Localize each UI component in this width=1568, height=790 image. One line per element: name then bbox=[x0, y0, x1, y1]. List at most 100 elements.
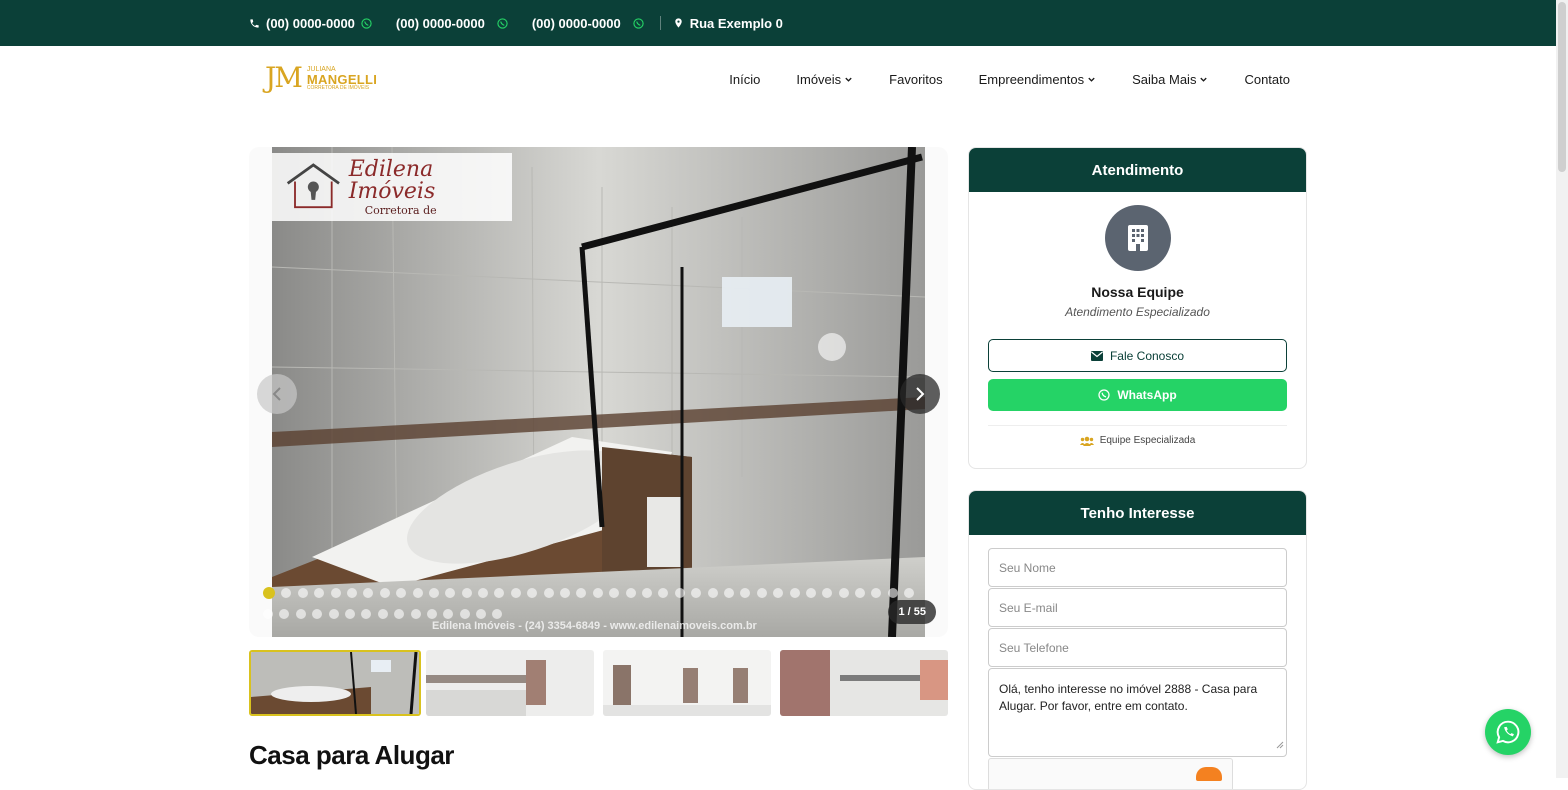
pagination-dot[interactable] bbox=[592, 588, 603, 598]
pagination-dot[interactable] bbox=[707, 588, 718, 598]
pagination-dot[interactable] bbox=[773, 588, 784, 598]
message-text[interactable]: Olá, tenho interesse no imóvel 2888 - Ca… bbox=[999, 681, 1276, 715]
pagination-dot[interactable] bbox=[426, 609, 437, 619]
nav-item-saiba-mais[interactable]: Saiba Mais bbox=[1132, 72, 1208, 87]
site-logo[interactable]: JM JULIANA MANGELLI CORRETORA DE IMÓVEIS bbox=[265, 58, 377, 98]
whatsapp-icon[interactable] bbox=[633, 17, 644, 29]
page-scrollbar[interactable] bbox=[1556, 0, 1568, 778]
pagination-dot[interactable] bbox=[445, 588, 456, 598]
nav-item-imoveis[interactable]: Imóveis bbox=[796, 72, 853, 87]
phone-contact-2[interactable]: (00) 0000-0000 bbox=[396, 16, 508, 31]
pagination-dot[interactable] bbox=[459, 609, 470, 619]
nav-item-inicio[interactable]: Início bbox=[729, 72, 760, 87]
pagination-dot[interactable] bbox=[379, 588, 390, 598]
phone-number-3[interactable]: (00) 0000-0000 bbox=[532, 16, 621, 31]
resize-handle-icon[interactable] bbox=[1276, 737, 1284, 754]
nav-label[interactable]: Início bbox=[729, 72, 760, 87]
pagination-dot[interactable] bbox=[377, 609, 388, 619]
pagination-dot[interactable] bbox=[560, 588, 571, 598]
nav-item-empreendimentos[interactable]: Empreendimentos bbox=[979, 72, 1097, 87]
nav-label[interactable]: Empreendimentos bbox=[979, 72, 1085, 87]
pagination-dot[interactable] bbox=[510, 588, 521, 598]
whatsapp-icon[interactable] bbox=[361, 17, 372, 29]
nav-label[interactable]: Favoritos bbox=[889, 72, 942, 87]
address-contact[interactable]: Rua Exemplo 0 bbox=[673, 16, 783, 31]
phone-number-1[interactable]: (00) 0000-0000 bbox=[266, 16, 355, 31]
pagination-dot[interactable] bbox=[396, 588, 407, 598]
pagination-dot[interactable] bbox=[394, 609, 405, 619]
pagination-dot[interactable] bbox=[674, 588, 685, 598]
pagination-dot[interactable] bbox=[691, 588, 702, 598]
whatsapp-icon[interactable] bbox=[497, 17, 508, 29]
phone-contact-1[interactable]: (00) 0000-0000 bbox=[249, 16, 372, 31]
pagination-dot[interactable] bbox=[658, 588, 669, 598]
pagination-dot[interactable] bbox=[822, 588, 833, 598]
nav-item-favoritos[interactable]: Favoritos bbox=[889, 72, 942, 87]
next-photo-button[interactable] bbox=[900, 374, 940, 414]
nav-label[interactable]: Saiba Mais bbox=[1132, 72, 1196, 87]
chevron-down-icon[interactable] bbox=[1199, 75, 1208, 84]
whatsapp-button[interactable]: WhatsApp bbox=[988, 379, 1287, 411]
pagination-dot[interactable] bbox=[625, 588, 636, 598]
pagination-dot[interactable] bbox=[428, 588, 439, 598]
whatsapp-label[interactable]: WhatsApp bbox=[1117, 388, 1176, 402]
pagination-dot[interactable] bbox=[412, 588, 423, 598]
thumbnail-1[interactable] bbox=[249, 650, 421, 716]
thumbnail-4[interactable] bbox=[780, 650, 948, 716]
chevron-down-icon[interactable] bbox=[1087, 75, 1096, 84]
thumbnail-2[interactable] bbox=[426, 650, 594, 716]
pagination-dot[interactable] bbox=[838, 588, 849, 598]
pagination-dot[interactable] bbox=[297, 588, 308, 598]
pagination-dot[interactable] bbox=[740, 588, 751, 598]
address-text[interactable]: Rua Exemplo 0 bbox=[690, 16, 783, 31]
pagination-dot[interactable] bbox=[494, 588, 505, 598]
pagination-dot[interactable] bbox=[461, 588, 472, 598]
pagination-dot[interactable] bbox=[871, 588, 882, 598]
pagination-dot[interactable] bbox=[805, 588, 816, 598]
chevron-down-icon[interactable] bbox=[844, 75, 853, 84]
nav-label[interactable]: Imóveis bbox=[796, 72, 841, 87]
thumbnail-3[interactable] bbox=[603, 650, 771, 716]
pagination-dot[interactable] bbox=[330, 588, 341, 598]
pagination-dot[interactable] bbox=[904, 588, 915, 598]
pagination-dot[interactable] bbox=[295, 609, 306, 619]
phone-contact-3[interactable]: (00) 0000-0000 bbox=[532, 16, 644, 31]
pagination-dot[interactable] bbox=[312, 609, 323, 619]
pagination-dot[interactable] bbox=[478, 588, 489, 598]
pagination-dot[interactable] bbox=[328, 609, 339, 619]
pagination-dot[interactable] bbox=[887, 588, 898, 598]
pagination-dot[interactable] bbox=[363, 588, 374, 598]
pagination-dot[interactable] bbox=[641, 588, 652, 598]
pagination-dot[interactable] bbox=[263, 587, 275, 599]
captcha-widget[interactable] bbox=[988, 758, 1233, 789]
pagination-dot[interactable] bbox=[314, 588, 325, 598]
pagination-dot[interactable] bbox=[576, 588, 587, 598]
message-textarea[interactable]: Olá, tenho interesse no imóvel 2888 - Ca… bbox=[988, 668, 1287, 757]
nav-label[interactable]: Contato bbox=[1244, 72, 1290, 87]
scrollbar-thumb[interactable] bbox=[1558, 2, 1566, 172]
pagination-dot[interactable] bbox=[476, 609, 487, 619]
pagination-dot[interactable] bbox=[756, 588, 767, 598]
pagination-dot[interactable] bbox=[263, 609, 273, 619]
pagination-dot[interactable] bbox=[410, 609, 421, 619]
pagination-dot[interactable] bbox=[723, 588, 734, 598]
previous-photo-button[interactable] bbox=[257, 374, 297, 414]
pagination-dot[interactable] bbox=[346, 588, 357, 598]
pagination-dot[interactable] bbox=[443, 609, 454, 619]
email-input[interactable]: Seu E-mail bbox=[988, 588, 1287, 627]
main-photo[interactable]: Edilena Imóveis Corretora de Edilena Imó… bbox=[272, 147, 925, 637]
pagination-dot[interactable] bbox=[344, 609, 355, 619]
pagination-dot[interactable] bbox=[543, 588, 554, 598]
pagination-dot[interactable] bbox=[361, 609, 372, 619]
pagination-dot[interactable] bbox=[492, 609, 503, 619]
pagination-dot[interactable] bbox=[855, 588, 866, 598]
pagination-dot[interactable] bbox=[527, 588, 538, 598]
pagination-dot[interactable] bbox=[281, 588, 292, 598]
name-input[interactable]: Seu Nome bbox=[988, 548, 1287, 587]
pagination-dot[interactable] bbox=[789, 588, 800, 598]
phone-number-2[interactable]: (00) 0000-0000 bbox=[396, 16, 485, 31]
floating-whatsapp-button[interactable] bbox=[1485, 709, 1531, 755]
fale-conosco-label[interactable]: Fale Conosco bbox=[1110, 349, 1184, 363]
pagination-dot[interactable] bbox=[609, 588, 620, 598]
fale-conosco-button[interactable]: Fale Conosco bbox=[988, 339, 1287, 372]
